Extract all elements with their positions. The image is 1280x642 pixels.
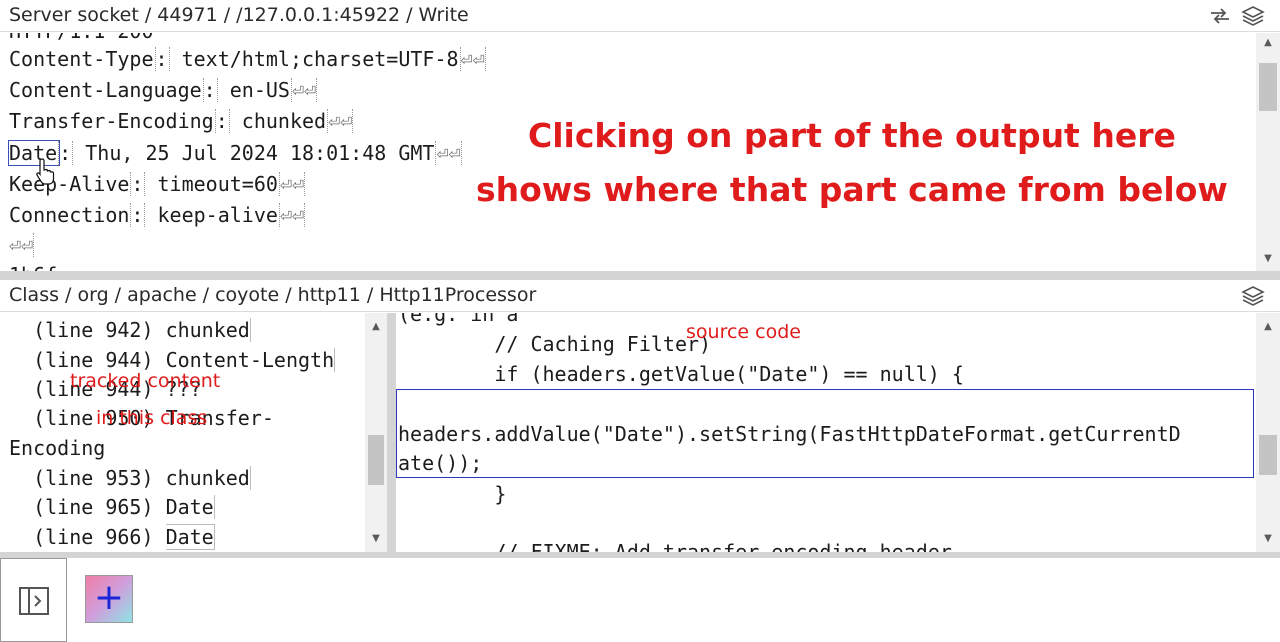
bottom-pane-header: Class / org / apache / coyote / http11 /…: [0, 280, 1280, 312]
scroll-down-arrow-icon[interactable]: ▼: [1256, 251, 1280, 267]
layers-icon[interactable]: [1241, 4, 1265, 28]
source-scrollbar[interactable]: ▲ ▼: [1256, 313, 1280, 552]
top-breadcrumb[interactable]: Server socket / 44971 / /127.0.0.1:45922…: [9, 4, 469, 26]
output-line[interactable]: ⏎⏎: [9, 231, 35, 259]
swap-arrows-icon[interactable]: [1208, 4, 1232, 28]
source-code-view[interactable]: (e.g. in a // Caching Filter) if (header…: [396, 313, 1256, 552]
scroll-thumb[interactable]: [368, 435, 384, 485]
code-line[interactable]: // FIXME: Add transfer encoding header: [398, 537, 952, 552]
output-line[interactable]: Content-Language: en-US ⏎⏎: [9, 76, 318, 104]
output-line[interactable]: Connection: keep-alive ⏎⏎: [9, 201, 306, 229]
list-item[interactable]: (line 965) Date: [9, 492, 215, 522]
sidebar-toggle-button[interactable]: [0, 558, 67, 642]
scroll-down-arrow-icon[interactable]: ▼: [365, 531, 387, 547]
code-line[interactable]: // Caching Filter): [398, 329, 711, 359]
output-line[interactable]: Content-Type: text/html;charset=UTF-8 ⏎⏎: [9, 45, 486, 73]
top-vertical-scrollbar[interactable]: ▲ ▼: [1256, 33, 1280, 271]
list-item[interactable]: (line 966) Date: [9, 522, 215, 552]
output-partial-line: 1b6f: [9, 261, 57, 271]
code-line[interactable]: if (headers.getValue("Date") == null) {: [398, 359, 964, 389]
output-partial-line: HTTP/1.1 200: [9, 33, 154, 45]
scroll-thumb[interactable]: [1259, 435, 1277, 475]
layers-icon[interactable]: [1241, 284, 1265, 308]
code-line[interactable]: }: [398, 479, 506, 509]
tracked-list-scrollbar[interactable]: ▲ ▼: [365, 313, 387, 552]
annotation-text: tracked content: [70, 370, 221, 392]
code-line[interactable]: (e.g. in a: [398, 313, 518, 329]
scroll-thumb[interactable]: [1259, 63, 1277, 111]
list-item[interactable]: (line 953) chunked: [9, 463, 251, 493]
scroll-up-arrow-icon[interactable]: ▲: [365, 319, 387, 335]
pane-splitter[interactable]: [0, 271, 1280, 280]
tracked-content-list[interactable]: (line 942) chunked (line 944) Content-Le…: [0, 313, 365, 552]
pane-divider[interactable]: [387, 313, 396, 552]
class-breadcrumb[interactable]: Class / org / apache / coyote / http11 /…: [9, 284, 536, 306]
sidebar-panel-icon: [19, 587, 49, 615]
bottom-toolbar: +: [0, 558, 1280, 642]
annotation-text: source code: [686, 321, 801, 343]
annotation-text: shows where that part came from below: [476, 170, 1228, 209]
scroll-down-arrow-icon[interactable]: ▼: [1256, 531, 1280, 547]
scroll-up-arrow-icon[interactable]: ▲: [1256, 319, 1280, 335]
code-line-highlighted[interactable]: headers.addValue("Date").setString(FastH…: [398, 419, 1181, 449]
scroll-up-arrow-icon[interactable]: ▲: [1256, 35, 1280, 51]
top-pane-header: Server socket / 44971 / /127.0.0.1:45922…: [0, 0, 1280, 32]
list-item-continuation[interactable]: Encoding: [9, 433, 105, 463]
add-button[interactable]: +: [85, 575, 133, 623]
list-item[interactable]: (line 942) chunked: [9, 315, 251, 345]
hand-cursor-icon: [36, 158, 55, 185]
output-line[interactable]: Transfer-Encoding: chunked ⏎⏎: [9, 107, 354, 135]
output-line-selected[interactable]: Date: Thu, 25 Jul 2024 18:01:48 GMT ⏎⏎: [7, 139, 462, 167]
annotation-text: Clicking on part of the output here: [528, 116, 1176, 155]
annotation-text: in this class: [96, 407, 208, 429]
socket-output-view[interactable]: HTTP/1.1 200 Content-Type: text/html;cha…: [0, 33, 1255, 271]
code-line-highlighted[interactable]: ate());: [398, 448, 482, 478]
